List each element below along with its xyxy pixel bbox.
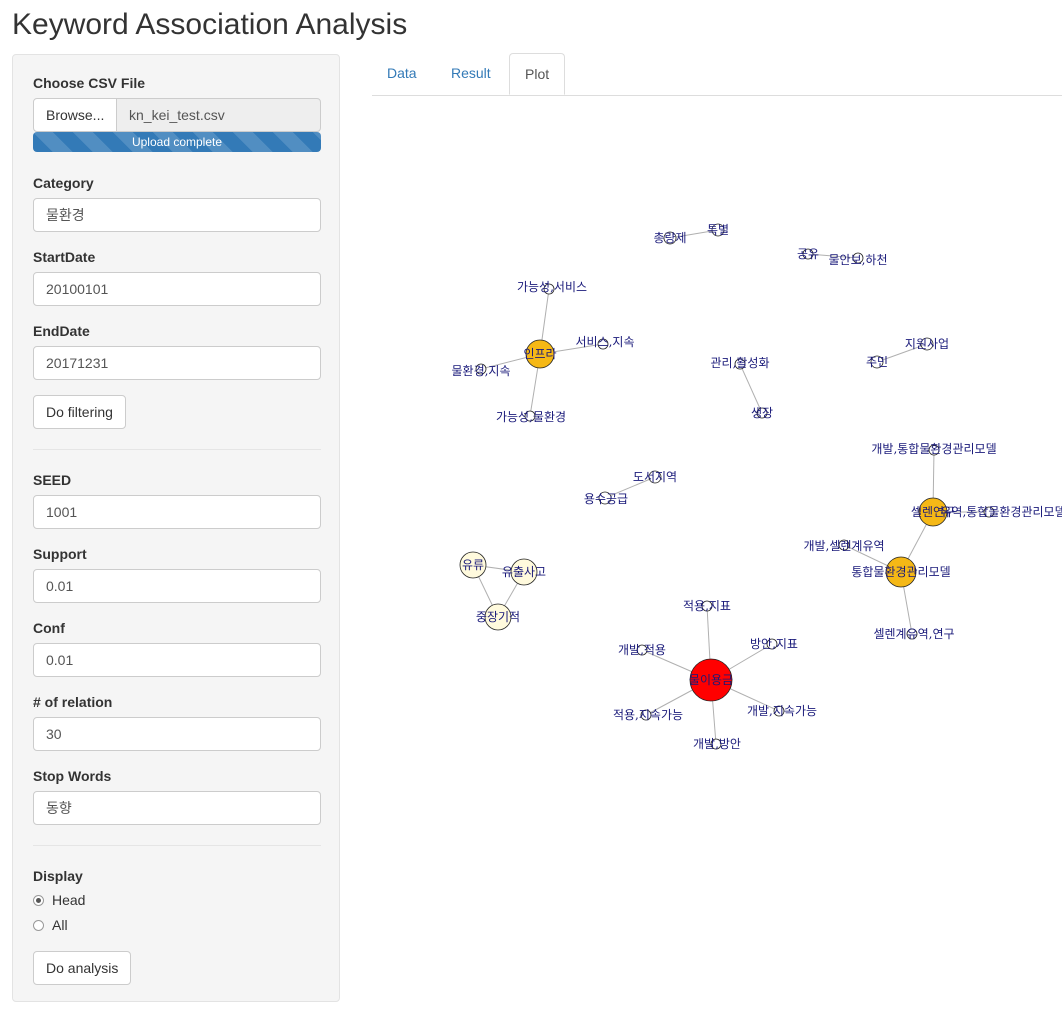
browse-button[interactable]: Browse... bbox=[33, 98, 117, 132]
conf-input[interactable]: 0.01 bbox=[33, 643, 321, 677]
network-node-label: 도서지역 bbox=[633, 470, 677, 484]
network-node-label: 가능성,서비스 bbox=[517, 280, 587, 294]
network-node-label: 유류 bbox=[462, 558, 484, 572]
network-node-label: 통합물환경관리모델 bbox=[851, 565, 950, 579]
network-node-label: 물환경,지속 bbox=[451, 364, 510, 378]
stop-words-label: Stop Words bbox=[33, 768, 112, 784]
sidebar-panel: Choose CSV File Browse... kn_kei_test.cs… bbox=[12, 54, 340, 1002]
category-label: Category bbox=[33, 175, 94, 191]
display-option-label: All bbox=[52, 917, 68, 933]
network-node-label: 관리,활성화 bbox=[710, 356, 769, 370]
display-option-label: Head bbox=[52, 892, 86, 908]
network-node-label: 인프라 bbox=[523, 347, 556, 361]
display-label: Display bbox=[33, 868, 83, 884]
display-option-all[interactable]: All bbox=[33, 917, 68, 933]
network-node-label: 가능성,물환경 bbox=[496, 410, 566, 424]
do-filtering-button[interactable]: Do filtering bbox=[33, 395, 126, 429]
network-node-label: 지원사업 bbox=[905, 337, 949, 351]
divider bbox=[33, 449, 321, 450]
do-analysis-button[interactable]: Do analysis bbox=[33, 951, 132, 985]
radio-unselected-icon[interactable] bbox=[33, 919, 44, 931]
tab-bar: Data Result Plot bbox=[372, 53, 1062, 96]
seed-input[interactable]: 1001 bbox=[33, 495, 321, 529]
upload-progress-text: Upload complete bbox=[131, 135, 223, 149]
support-input[interactable]: 0.01 bbox=[33, 569, 321, 603]
support-label: Support bbox=[33, 546, 87, 562]
network-node-label: 적용,지속가능 bbox=[613, 708, 683, 722]
network-node-label: 공유 bbox=[797, 247, 819, 261]
radio-selected-icon[interactable] bbox=[33, 894, 44, 906]
network-node-label: 유역,통합물환경관리모델 bbox=[940, 505, 1062, 519]
tab-plot[interactable]: Plot bbox=[509, 53, 566, 95]
start-date-input[interactable]: 20100101 bbox=[33, 272, 321, 306]
network-node-label: 유출사고 bbox=[502, 565, 546, 579]
network-node-label: 서비스,지속 bbox=[575, 335, 634, 349]
network-node-label: 개발,방안 bbox=[693, 737, 741, 751]
end-date-label: EndDate bbox=[33, 323, 90, 339]
end-date-input[interactable]: 20171231 bbox=[33, 346, 321, 380]
network-node-label: 용수공급 bbox=[584, 492, 628, 506]
tab-data[interactable]: Data bbox=[372, 53, 432, 94]
relation-input[interactable]: 30 bbox=[33, 717, 321, 751]
file-label: Choose CSV File bbox=[33, 75, 146, 91]
network-node-label: 셀렌계유역,연구 bbox=[873, 627, 954, 641]
network-node-label: 총량제 bbox=[653, 231, 686, 245]
network-node-label: 방안,지표 bbox=[750, 637, 798, 651]
start-date-label: StartDate bbox=[33, 249, 96, 265]
upload-progress-bar: Upload complete bbox=[33, 132, 321, 152]
network-node-label: 중장기적 bbox=[476, 610, 520, 624]
divider bbox=[33, 845, 321, 846]
network-node-label: 특별 bbox=[707, 223, 729, 237]
stop-words-input[interactable]: 동향 bbox=[33, 791, 321, 825]
network-node-label: 생장 bbox=[751, 406, 773, 420]
tab-result[interactable]: Result bbox=[436, 53, 506, 94]
seed-label: SEED bbox=[33, 472, 72, 488]
network-node-label: 개발,지속가능 bbox=[747, 704, 817, 718]
conf-label: Conf bbox=[33, 620, 65, 636]
filename-field: kn_kei_test.csv bbox=[116, 98, 321, 132]
network-node-label: 물이용금 bbox=[689, 673, 733, 687]
category-input[interactable]: 물환경 bbox=[33, 198, 321, 232]
network-node-label: 개발,셀렌계유역 bbox=[803, 539, 884, 553]
display-option-head[interactable]: Head bbox=[33, 892, 85, 908]
association-network-plot: 총량제 특별공유 물안보,하천가능성,서비스인프라 서비스,지속물환경,지속가능성,물… bbox=[451, 223, 1062, 751]
network-node-label: 주민 bbox=[866, 355, 888, 369]
network-node-label: 적용,지표 bbox=[683, 599, 731, 613]
network-node-label: 물안보,하천 bbox=[828, 252, 887, 267]
network-node-label: 개발,통합물환경관리모델 bbox=[871, 442, 996, 456]
page-title: Keyword Association Analysis bbox=[12, 8, 408, 41]
network-node-label: 개발,적용 bbox=[618, 643, 666, 657]
relation-label: # of relation bbox=[33, 694, 113, 710]
